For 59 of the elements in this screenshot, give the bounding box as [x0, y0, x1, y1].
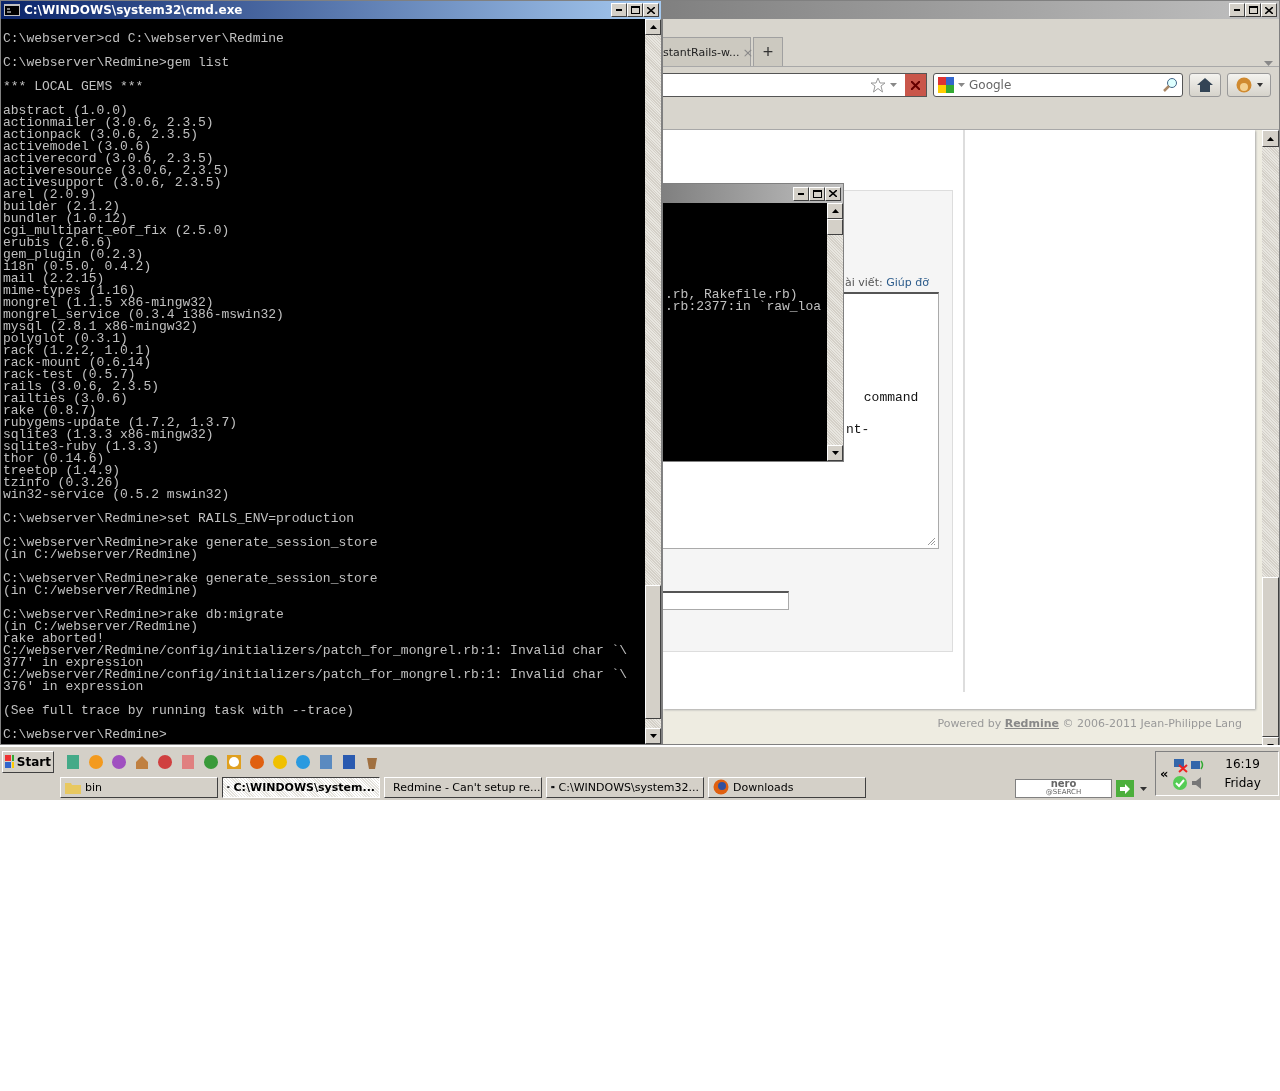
console-line: arel (2.0.9) [3, 189, 97, 201]
console-line: treetop (1.4.9) [3, 465, 122, 477]
help-text: ài viết: Giúp đỡ [845, 276, 929, 289]
console-line: sqlite3 (1.3.3 x86-mingw32) [3, 429, 214, 441]
console-line: rake aborted! [3, 633, 105, 645]
console-line: mysql (2.8.1 x86-mingw32) [3, 321, 199, 333]
console-line: thor (0.14.6) [3, 453, 105, 465]
console-line: i18n (0.5.0, 0.4.2) [3, 261, 153, 273]
console-line: rack-mount (0.6.14) [3, 357, 153, 369]
console-line: (in C:/webserver/Redmine) [3, 585, 200, 597]
console-line: C:/webserver/Redmine/config/initializers/patch_for_mongrel.rb:1: Invalid char `\ [3, 669, 629, 681]
text-line: nt- [846, 423, 870, 437]
console-line: tzinfo (0.3.26) [3, 477, 121, 489]
console-line: C:\webserver\Redmine>rake generate_session_store [3, 537, 379, 549]
console-line: mongrel (1.1.5 x86-mingw32) [3, 297, 214, 309]
text-line: command [862, 391, 919, 405]
console-line: win32-service (0.5.2 mswin32) [3, 489, 231, 501]
console-line: mime-types (1.16) [3, 285, 136, 297]
console-line: builder (2.1.2) [3, 201, 121, 213]
console-line: C:\webserver>cd C:\webserver\Redmine [3, 33, 285, 45]
console-line: (in C:/webserver/Redmine) [3, 549, 200, 561]
console-line: .rb:2377:in `raw_loa [665, 301, 823, 313]
console-line: gem_plugin (0.2.3) [3, 249, 144, 261]
console-line: activeresource (3.0.6, 2.3.5) [3, 165, 231, 177]
console-line: polyglot (0.3.1) [3, 333, 128, 345]
console-line: abstract (1.0.0) [3, 105, 128, 117]
console-line: C:/webserver/Redmine/config/initializers/patch_for_mongrel.rb:1: Invalid char `\ [3, 645, 629, 657]
console-line: C:\webserver\Redmine>rake generate_session_store [3, 573, 379, 585]
console-line: (in C:/webserver/Redmine) [3, 621, 200, 633]
console-line: sqlite3-ruby (1.3.3) [3, 441, 160, 453]
console-line: activerecord (3.0.6, 2.3.5) [3, 153, 214, 165]
console-line: activesupport (3.0.6, 2.3.5) [3, 177, 222, 189]
console-line: actionpack (3.0.6, 2.3.5) [3, 129, 199, 141]
console-line: 376' in expression [3, 681, 144, 693]
footer-text: Powered by Redmine © 2006-2011 Jean-Philippe Lang [937, 717, 1242, 730]
console-line: rack (1.2.2, 1.0.1) [3, 345, 153, 357]
console-line: railties (3.0.6) [3, 393, 128, 405]
console-line: C:\webserver\Redmine>rake db:migrate [3, 609, 285, 621]
window-title: C:\WINDOWS\system32\cmd.exe [24, 3, 244, 17]
console-line: (See full trace by running task with --trace) [3, 705, 356, 717]
console-line: C:\webserver\Redmine>set RAILS_ENV=production [3, 513, 356, 525]
clock-time: 16:19 [1225, 757, 1260, 771]
console-line: bundler (1.0.12) [3, 213, 128, 225]
console-line: 377' in expression [3, 657, 144, 669]
clock-day: Friday [1224, 776, 1261, 790]
console-line: rails (3.0.6, 2.3.5) [3, 381, 161, 393]
console-line: C:\webserver\Redmine> [3, 729, 168, 741]
console-line: cgi_multipart_eof_fix (2.5.0) [3, 225, 231, 237]
console-line: mail (2.2.15) [3, 273, 105, 285]
console-line: activemodel (3.0.6) [3, 141, 152, 153]
console-line: C:\webserver\Redmine>gem list [3, 57, 231, 69]
console-line: mongrel_service (0.3.4 i386-mswin32) [3, 309, 285, 321]
console-line: rake (0.8.7) [3, 405, 97, 417]
console-line: .rb, Rakefile.rb) [665, 289, 798, 301]
console-line: rack-test (0.5.7) [3, 369, 136, 381]
console-line: *** LOCAL GEMS *** [3, 81, 145, 93]
console-line: rubygems-update (1.7.2, 1.3.7) [3, 417, 239, 429]
console-line: erubis (2.6.6) [3, 237, 113, 249]
console-line: actionmailer (3.0.6, 2.3.5) [3, 117, 215, 129]
